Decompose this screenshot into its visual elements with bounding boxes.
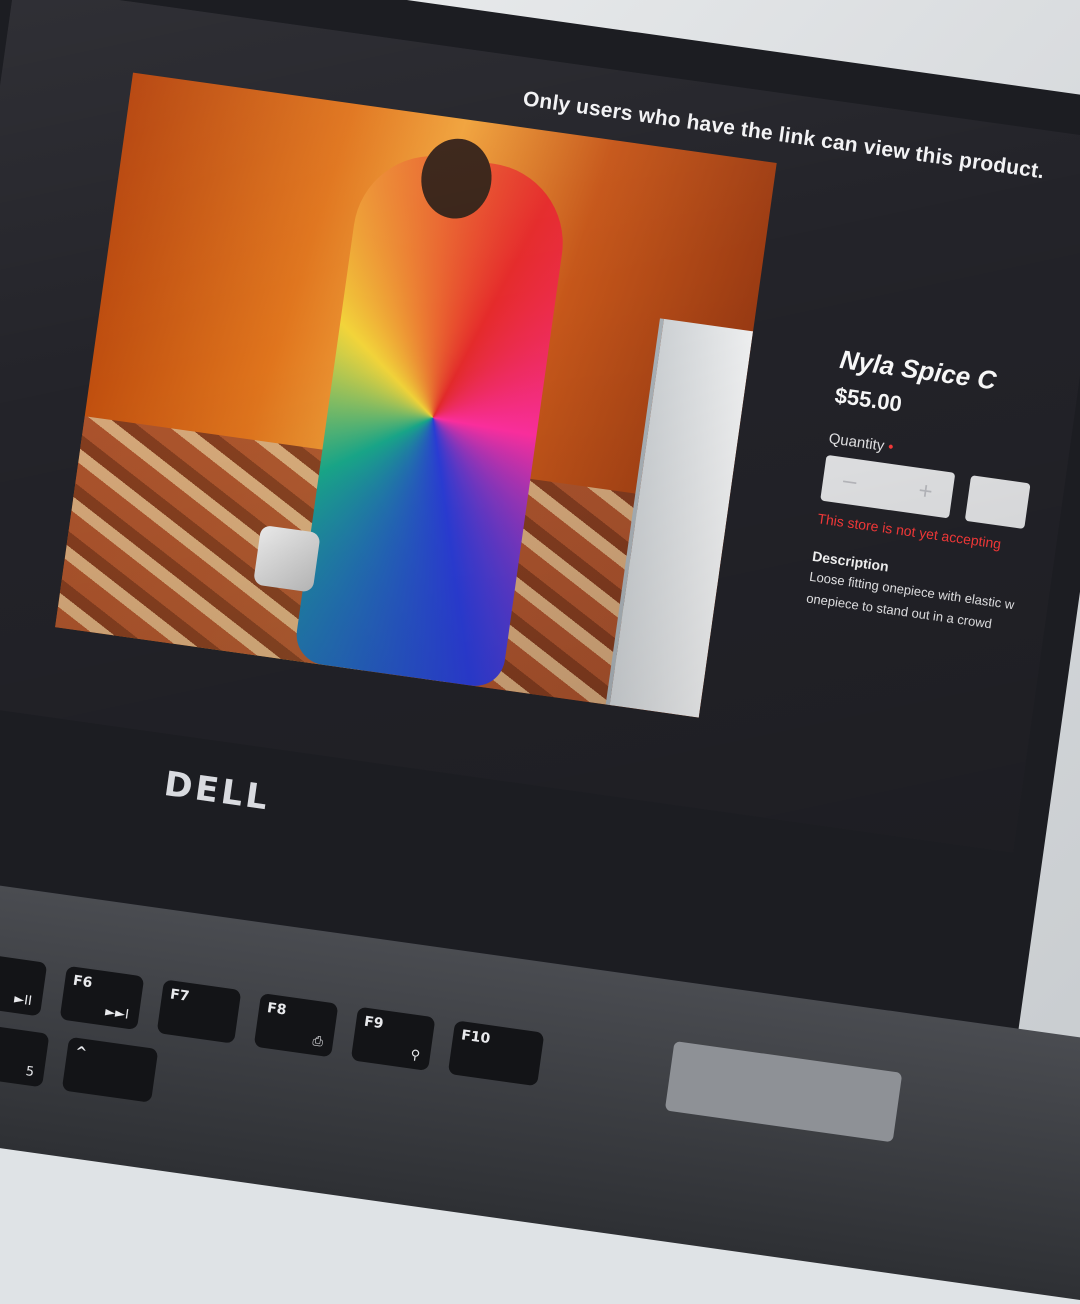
image-bag	[252, 524, 321, 593]
key-label: F6	[71, 972, 94, 992]
fast-forward-icon: ►►I	[104, 1004, 130, 1023]
laptop-screen: Only users who have the link can view th…	[0, 0, 1080, 853]
key-label: F10	[460, 1027, 492, 1048]
product-details: Nyla Spice C $55.00 Quantity • – + This s…	[805, 344, 1080, 649]
required-mark: •	[886, 438, 895, 456]
key-f5[interactable]: F5 ►II	[0, 952, 48, 1017]
key-f7[interactable]: F7	[156, 979, 242, 1044]
laptop-hinge	[664, 1041, 903, 1143]
key-f6[interactable]: F6 ►►I	[59, 965, 145, 1031]
key-label: %	[0, 1028, 41, 1054]
key-5[interactable]: % 5	[0, 1021, 50, 1088]
display-icon: ⎙	[311, 1033, 324, 1051]
key-f10[interactable]: F10	[447, 1020, 545, 1087]
key-label: F7	[169, 986, 191, 1005]
number-key-row: % 5 ^	[0, 1021, 159, 1103]
key-6[interactable]: ^	[61, 1036, 159, 1103]
add-to-cart-button[interactable]	[964, 475, 1031, 530]
key-f9[interactable]: F9 ⚲	[350, 1006, 436, 1071]
play-pause-icon: ►II	[13, 991, 33, 1010]
increment-button[interactable]: +	[916, 477, 935, 507]
key-label: F5	[0, 959, 39, 983]
key-sub-label: 5	[24, 1064, 35, 1081]
key-label: F8	[266, 1000, 288, 1019]
product-image[interactable]	[55, 72, 777, 718]
quantity-stepper[interactable]: – +	[820, 454, 956, 519]
dell-logo: DELL	[161, 764, 273, 819]
quantity-label-text: Quantity	[827, 430, 886, 455]
key-label: F9	[363, 1013, 385, 1033]
key-label: ^	[74, 1043, 88, 1062]
decrement-button[interactable]: –	[841, 467, 858, 497]
key-f8[interactable]: F8 ⎙	[253, 993, 339, 1058]
search-icon: ⚲	[409, 1047, 421, 1064]
